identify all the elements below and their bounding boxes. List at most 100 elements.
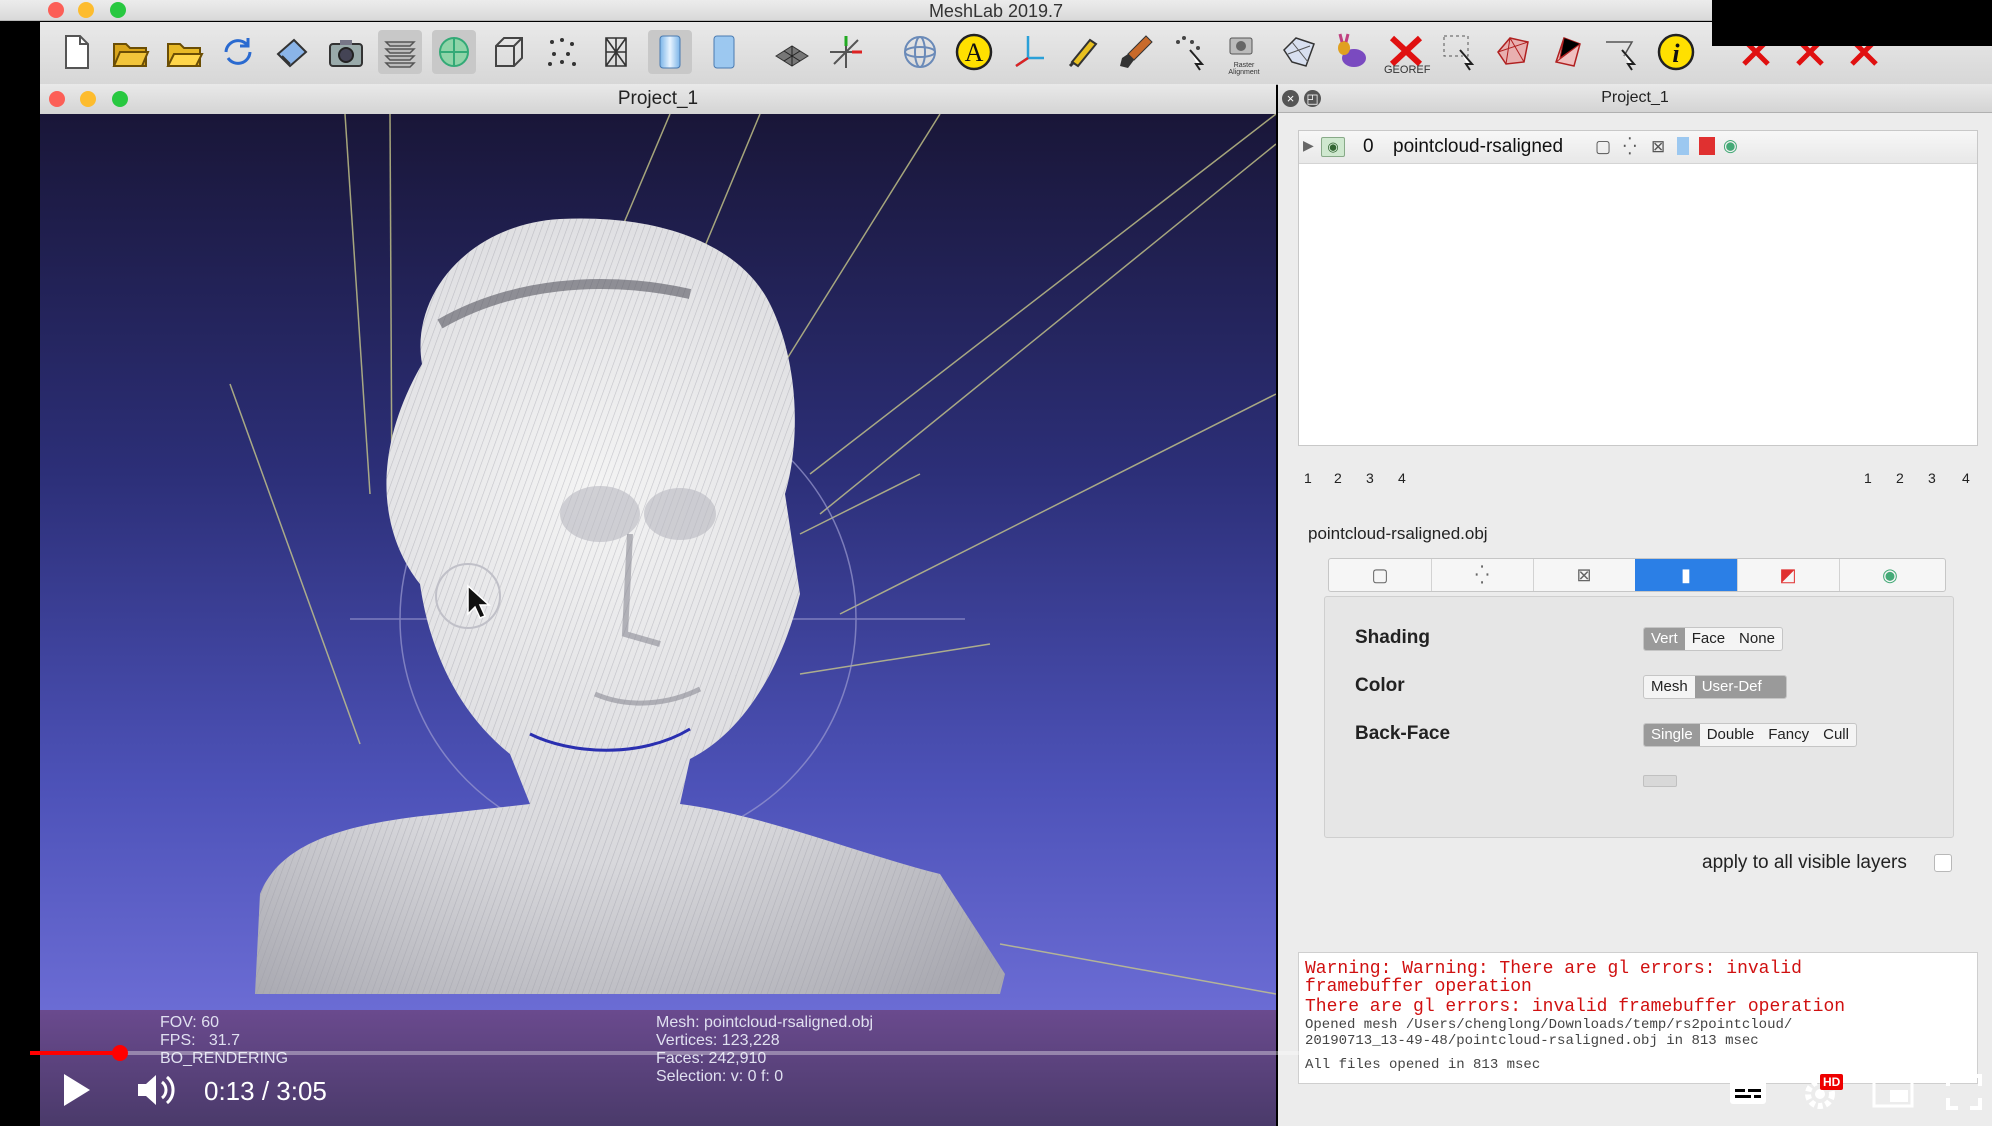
layer-bbox-icon[interactable]: ▢ [1595,137,1611,157]
grid-icon[interactable] [770,30,814,74]
shading-none-option[interactable]: None [1732,628,1782,650]
vertices-count-text: Vertices: 123,228 [656,1032,780,1049]
pick-points-icon[interactable] [1060,30,1104,74]
layer-list[interactable]: ▶ ◉ 0 pointcloud-rsaligned ▢ ⁛ ⊠ ◉ [1298,130,1978,446]
visibility-eye-icon[interactable]: ◉ [1321,137,1345,157]
play-button[interactable] [60,1072,92,1113]
svg-text:A: A [965,38,984,67]
log-line: All files opened in 813 msec [1305,1057,1541,1073]
backface-fancy-option[interactable]: Fancy [1761,724,1816,746]
project-window-title: Project_1 [617,88,699,109]
video-scrubber-handle[interactable] [111,1045,128,1061]
project-window-titlebar: Project_1 [40,84,1276,115]
bbox-tab-icon: ▢ [1371,564,1389,585]
color-mesh-option[interactable]: Mesh [1644,676,1695,698]
axis-icon[interactable] [824,30,868,74]
reload-icon[interactable] [216,30,260,74]
page-4-right[interactable]: 4 [1962,470,1970,486]
page-1-left[interactable]: 1 [1304,470,1312,486]
page-2-right[interactable]: 2 [1896,470,1904,486]
log-window[interactable]: Warning: Warning: There are gl errors: i… [1298,952,1978,1084]
layer-texture-icon[interactable] [1699,137,1715,155]
paint-icon[interactable] [1114,30,1158,74]
trackball-icon[interactable] [898,30,942,74]
points-icon[interactable] [540,30,584,74]
page-3-left[interactable]: 3 [1366,470,1374,486]
georef-icon[interactable]: GEOREF [1384,30,1431,76]
fill-settings-box: Shading Vert Face None Color Mesh User-D… [1324,596,1954,838]
layer-index: 0 [1363,136,1374,157]
apply-all-layers-label: apply to all visible layers [1702,852,1907,873]
select-vertices-icon[interactable] [1438,30,1482,74]
shading-vert-option[interactable]: Vert [1644,628,1685,650]
smooth-shading-icon[interactable] [648,30,692,74]
settings-button[interactable]: HD [1802,1072,1844,1117]
raster-alignment-label: Raster Alignment [1228,62,1260,76]
color-swatch-button[interactable] [1643,775,1677,787]
video-time: 0:13 / 3:05 [204,1076,327,1106]
layer-dialog-titlebar: × ◰ Project_1 [1278,84,1992,113]
page-2-left[interactable]: 2 [1334,470,1342,486]
subtitles-button[interactable] [1728,1078,1768,1111]
bbox-tab[interactable]: ▢ [1329,559,1432,591]
log-line: 20190713_13-49-48/pointcloud-rsaligned.o… [1305,1033,1759,1049]
annotation-icon[interactable]: A [952,30,996,74]
raster-icon[interactable] [432,30,476,74]
layer-name: pointcloud-rsaligned [1393,136,1564,157]
color-userdef-option[interactable]: User-Def [1694,676,1786,698]
new-project-icon[interactable] [54,30,98,74]
video-progress-track[interactable] [30,1051,1310,1055]
measure-icon[interactable] [1006,30,1050,74]
page-1-right[interactable]: 1 [1864,470,1872,486]
backface-double-option[interactable]: Double [1700,724,1762,746]
raster-alignment-icon[interactable]: Raster Alignment [1222,30,1266,76]
bbox-icon[interactable] [486,30,530,74]
backface-selector: Single Double Fancy Cull [1643,723,1857,747]
bunny-icon[interactable] [1330,30,1374,74]
flat-shading-icon[interactable] [702,30,746,74]
snapshot-icon[interactable] [324,30,368,74]
layer-points-icon[interactable]: ⁛ [1623,137,1637,157]
log-line: Opened mesh /Users/chenglong/Downloads/t… [1305,1017,1793,1033]
align-icon[interactable] [1168,30,1212,74]
layer-row[interactable]: ▶ ◉ 0 pointcloud-rsaligned ▢ ⁛ ⊠ ◉ [1299,131,1977,164]
expand-arrow-icon[interactable]: ▶ [1303,137,1314,154]
shading-selector: Vert Face None [1643,627,1783,651]
3d-viewport[interactable] [40,114,1276,1010]
wireframe-icon[interactable] [594,30,638,74]
fill-tab[interactable]: ▮ [1635,559,1738,591]
georef-label: GEOREF [1384,64,1431,76]
layer-select-icon[interactable]: ◉ [1723,136,1738,156]
video-overlay-top [1712,0,1992,46]
texture-tab[interactable]: ◩ [1737,559,1840,591]
page-3-right[interactable]: 3 [1928,470,1936,486]
save-icon[interactable] [270,30,314,74]
layer-fill-icon[interactable] [1677,137,1689,155]
select-paint-icon[interactable] [1276,30,1320,74]
main-toolbar: A Raster Alignment GEOREF i [40,22,1992,85]
open-project-icon[interactable] [108,30,152,74]
shading-face-option[interactable]: Face [1685,628,1732,650]
select-connected-icon[interactable] [1546,30,1590,74]
select-faces-icon[interactable] [1492,30,1536,74]
backface-single-option[interactable]: Single [1644,724,1700,746]
apply-all-layers-checkbox[interactable] [1934,854,1952,872]
select-tab-icon: ◉ [1882,564,1898,585]
points-tab[interactable]: ⁛ [1431,559,1534,591]
fullscreen-button[interactable] [1946,1074,1982,1115]
wire-tab-icon: ⊠ [1576,564,1592,585]
video-progress-fill [30,1051,120,1055]
select-region-icon[interactable] [1600,30,1644,74]
layer-wire-icon[interactable]: ⊠ [1651,137,1665,157]
select-tab[interactable]: ◉ [1839,559,1941,591]
page-4-left[interactable]: 4 [1398,470,1406,486]
backface-cull-option[interactable]: Cull [1816,724,1856,746]
miniplayer-button[interactable] [1872,1076,1914,1113]
shading-label: Shading [1355,627,1430,648]
wire-tab[interactable]: ⊠ [1533,559,1636,591]
import-mesh-icon[interactable] [162,30,206,74]
volume-button[interactable] [136,1072,180,1113]
info-icon[interactable]: i [1654,30,1698,74]
layers-icon[interactable] [378,30,422,74]
app-title: MeshLab 2019.7 [928,1,1064,21]
